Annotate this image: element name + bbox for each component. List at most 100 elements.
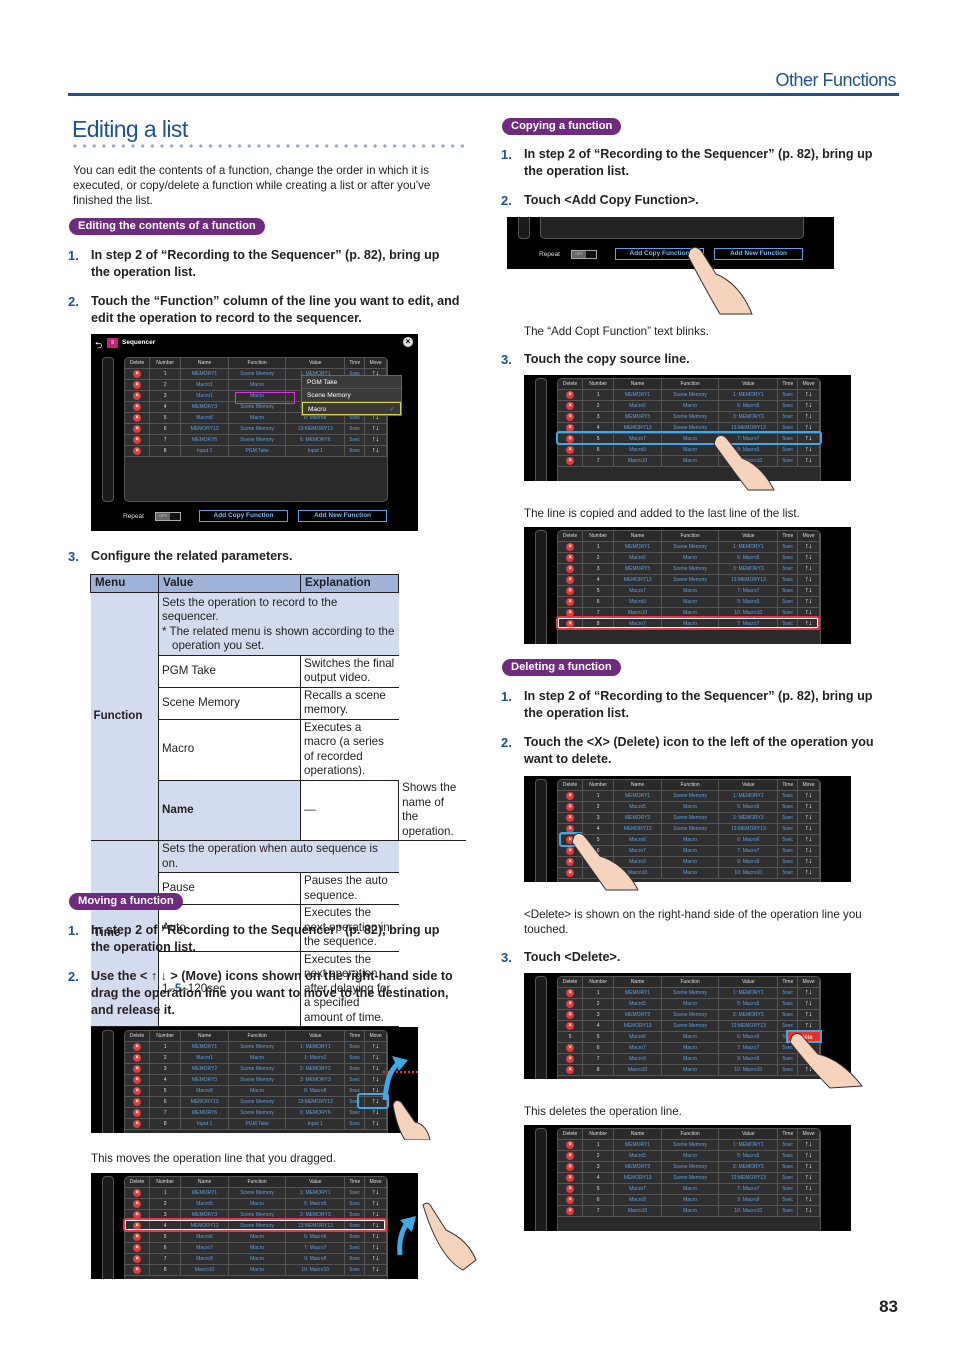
scrollbar[interactable] <box>535 1128 547 1231</box>
move-icon[interactable]: ↑↓ <box>797 1205 820 1217</box>
delete-x-icon[interactable]: × <box>566 1010 575 1019</box>
table-row[interactable]: × 1 MEMORY1 Scene Memory 1: MEMORY1 5sec ↑↓ <box>558 987 820 999</box>
delete-cell[interactable]: × <box>558 998 584 1010</box>
function-cell[interactable]: Macro <box>661 1183 720 1195</box>
function-cell[interactable]: Scene Memory <box>228 423 287 435</box>
move-icon[interactable]: ↑↓ <box>364 423 387 435</box>
delete-x-icon[interactable]: × <box>133 1086 142 1095</box>
function-cell[interactable]: Macro <box>228 1231 287 1243</box>
move-icon[interactable]: ↑↓ <box>797 411 820 423</box>
repeat-toggle[interactable]: OFF <box>571 250 597 259</box>
move-icon[interactable]: ↑↓ <box>797 998 820 1010</box>
delete-cell[interactable]: × <box>558 1053 584 1065</box>
function-cell[interactable]: Macro <box>661 834 720 846</box>
delete-cell[interactable]: × <box>125 423 151 435</box>
table-row[interactable]: × 2 Macro5 Macro 5: Macro5 5sec ↑↓ <box>558 801 820 813</box>
delete-cell[interactable]: × <box>125 1096 151 1108</box>
delete-x-icon[interactable]: × <box>133 424 142 433</box>
delete-cell[interactable]: × <box>558 1205 584 1217</box>
function-cell[interactable]: Macro <box>661 801 720 813</box>
delete-x-icon[interactable]: × <box>566 1021 575 1030</box>
table-row[interactable]: × 6 MEMORY13 Scene Memory 13:MEMORY13 5sec ↑↓ <box>125 1096 387 1108</box>
delete-cell[interactable]: × <box>125 1231 151 1243</box>
delete-x-icon[interactable]: × <box>566 1173 575 1182</box>
table-row[interactable]: × 7 MEMORY6 Scene Memory 6: MEMORY6 5sec ↑↓ <box>125 434 387 446</box>
dropdown-option[interactable]: Scene Memory <box>302 389 401 402</box>
delete-x-icon[interactable]: × <box>566 802 575 811</box>
delete-cell[interactable]: × <box>558 1042 584 1054</box>
move-icon[interactable]: ↑↓ <box>797 867 820 879</box>
table-row[interactable]: × 8 Input 1 PGM Take Input 1 5sec ↑↓ <box>125 1118 387 1130</box>
function-cell[interactable]: Scene Memory <box>661 563 720 575</box>
function-cell[interactable]: Macro <box>228 1253 287 1265</box>
table-row[interactable]: × 1 MEMORY1 Scene Memory 1: MEMORY1 5sec ↑↓ <box>558 790 820 802</box>
add-copy-function-button[interactable]: Add Copy Function <box>199 510 288 522</box>
move-icon[interactable]: ↑↓ <box>797 389 820 401</box>
delete-cell[interactable]: × <box>558 574 584 586</box>
function-cell[interactable]: Scene Memory <box>228 434 287 446</box>
delete-cell[interactable]: × <box>558 389 584 401</box>
function-cell[interactable]: Macro <box>661 1194 720 1206</box>
delete-cell[interactable]: × <box>558 1064 584 1076</box>
function-cell[interactable]: Macro <box>661 1053 720 1065</box>
table-row[interactable]: ×4MEMORY3Scene Memory3: MEMORY35sec↑↓ <box>125 1074 387 1086</box>
table-row[interactable]: × 7Macro10Macro10: Macro105sec↑↓ <box>558 1205 820 1217</box>
function-dropdown[interactable]: PGM Take Scene Memory Macro ✓ <box>301 375 402 416</box>
function-cell[interactable]: Scene Memory <box>661 823 720 835</box>
function-cell[interactable]: Scene Memory <box>661 541 720 553</box>
table-row[interactable]: × 5 Macro8 Macro 8: Macro8 5sec ↑↓ <box>125 1085 387 1097</box>
delete-x-icon[interactable]: × <box>133 1042 142 1051</box>
delete-cell[interactable]: × <box>125 1085 151 1097</box>
function-cell[interactable]: Macro <box>661 455 720 467</box>
function-cell[interactable]: Macro <box>661 856 720 868</box>
table-row[interactable]: × 4 MEMORY13 Scene Memory 13:MEMORY13 5sec ↑↓ <box>558 574 820 586</box>
add-new-function-button[interactable]: Add New Function <box>298 510 387 522</box>
delete-x-icon[interactable]: × <box>133 1243 142 1252</box>
delete-x-icon[interactable]: × <box>133 1119 142 1128</box>
move-icon[interactable]: ↑↓ <box>797 1172 820 1184</box>
function-cell[interactable]: Scene Memory <box>228 368 287 380</box>
function-cell[interactable]: Scene Memory <box>661 1161 720 1173</box>
function-cell[interactable]: Macro <box>661 1205 720 1217</box>
delete-cell[interactable]: × <box>558 1009 584 1021</box>
move-icon[interactable]: ↑↓ <box>364 445 387 457</box>
dropdown-option[interactable]: PGM Take <box>302 376 401 389</box>
delete-x-icon[interactable]: × <box>133 1232 142 1241</box>
table-row[interactable]: × 3 MEMORY2 Scene Memory 2: MEMORY2 5sec ↑↓ <box>125 1063 387 1075</box>
move-icon[interactable]: ↑↓ <box>797 574 820 586</box>
move-icon[interactable]: ↑↓ <box>364 1253 387 1265</box>
table-row[interactable]: × 1 MEMORY1 Scene Memory 1: MEMORY1 5sec ↑↓ <box>558 389 820 401</box>
function-cell[interactable]: Macro <box>228 1264 287 1276</box>
function-cell[interactable]: Scene Memory <box>228 1107 287 1119</box>
delete-x-icon[interactable]: × <box>566 390 575 399</box>
delete-cell[interactable]: × <box>558 563 584 575</box>
delete-cell[interactable]: × <box>558 455 584 467</box>
table-row[interactable]: ×7Macro9Macro9: Macro95sec↑↓ <box>558 1053 820 1065</box>
delete-x-icon[interactable]: × <box>566 1140 575 1149</box>
table-row[interactable]: × 3 MEMORY3 Scene Memory 3: MEMORY3 5sec ↑↓ <box>558 563 820 575</box>
delete-x-icon[interactable]: × <box>566 813 575 822</box>
function-cell[interactable]: PGM Take <box>228 445 287 457</box>
delete-cell[interactable]: × <box>558 400 584 412</box>
move-icon[interactable]: ↑↓ <box>797 812 820 824</box>
delete-x-icon[interactable]: × <box>566 445 575 454</box>
scrollbar[interactable] <box>535 530 547 644</box>
delete-cell[interactable]: × <box>558 585 584 597</box>
scrollbar[interactable] <box>102 1176 114 1279</box>
scrollbar[interactable] <box>102 357 114 502</box>
delete-x-icon[interactable]: × <box>133 1188 142 1197</box>
delete-cell[interactable]: 5 <box>558 1031 584 1043</box>
table-row[interactable]: 55Macro6Macro6: Macro65sec↑↓ <box>558 1031 820 1043</box>
move-icon[interactable]: ↑↓ <box>797 856 820 868</box>
move-icon[interactable]: ↑↓ <box>797 987 820 999</box>
table-row[interactable]: × 6 MEMORY13 Scene Memory 13:MEMORY13 5sec ↑↓ <box>125 423 387 435</box>
table-row[interactable]: × 2 Macro5 Macro 5: Macro5 5sec ↑↓ <box>558 998 820 1010</box>
function-cell[interactable]: Scene Memory <box>661 1172 720 1184</box>
function-cell[interactable]: Scene Memory <box>661 790 720 802</box>
delete-x-icon[interactable]: × <box>133 1265 142 1274</box>
table-row[interactable]: × 7 MEMORY6 Scene Memory 6: MEMORY6 5sec ↑↓ <box>125 1107 387 1119</box>
delete-x-icon[interactable]: × <box>566 1195 575 1204</box>
table-row[interactable]: × 6 Macro9 Macro 9: Macro9 5sec ↑↓ <box>558 596 820 608</box>
delete-cell[interactable]: × <box>125 1198 151 1210</box>
table-row[interactable]: × 8 Input 1 PGM Take Input 1 5sec ↑↓ <box>125 445 387 457</box>
